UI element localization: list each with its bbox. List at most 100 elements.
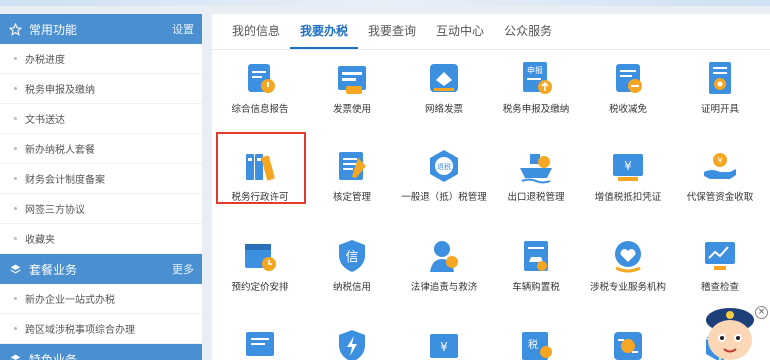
svg-text:¥: ¥: [440, 340, 448, 354]
sidebar-section-common[interactable]: 常用功能 设置: [0, 14, 202, 44]
assessment-icon: [332, 146, 372, 186]
hand-coin-icon: ¥: [700, 146, 740, 186]
sidebar-item-label: 新办纳税人套餐: [25, 145, 95, 156]
credit-shield-icon: 信: [332, 236, 372, 276]
bullet-icon: [14, 327, 17, 330]
service-label: 预约定价安排: [231, 282, 289, 293]
layers-icon: [8, 262, 22, 276]
heart-hands-icon: [608, 236, 648, 276]
bullet-icon: [14, 177, 17, 180]
bullet-icon: [14, 207, 17, 210]
certificate-icon: [700, 58, 740, 98]
service-admin-license[interactable]: 税务行政许可: [214, 146, 306, 204]
sidebar-section-title: 常用功能: [29, 22, 78, 37]
close-icon[interactable]: ×: [755, 306, 768, 319]
service-assessment[interactable]: 核定管理: [306, 146, 398, 204]
sidebar-item-one-stop[interactable]: 新办企业一站式办税: [0, 284, 202, 314]
exchange-icon: [608, 326, 648, 360]
tax-relief-icon: [608, 58, 648, 98]
service-tax-credit[interactable]: 信 纳税信用: [306, 236, 398, 294]
bullet-icon: [14, 117, 17, 120]
chart-monitor-icon: [700, 236, 740, 276]
sidebar-section-package[interactable]: 套餐业务 更多: [0, 254, 202, 284]
refund-icon-text: 退税: [437, 162, 451, 171]
service-tax-declaration[interactable]: 申报 税务申报及缴纳: [490, 58, 582, 116]
service-professional-agency[interactable]: 涉税专业服务机构: [582, 236, 674, 294]
sidebar-item-favorites[interactable]: 收藏夹: [0, 224, 202, 254]
service-label: 纳税信用: [332, 282, 371, 293]
service-info-report[interactable]: 综合信息报告: [214, 58, 306, 116]
sidebar-item-label: 网签三方协议: [25, 205, 85, 216]
invoice-icon: [332, 58, 372, 98]
credit-icon-text: 信: [345, 250, 358, 265]
top-banner-stripe: [0, 0, 770, 6]
sidebar-item-cross-region[interactable]: 跨区域涉税事项综合办理: [0, 314, 202, 344]
service-row4-4[interactable]: 税: [490, 326, 582, 360]
star-icon: [8, 22, 22, 36]
service-inspection[interactable]: 稽查检查: [674, 236, 766, 294]
service-general-refund[interactable]: 退税 一般退（抵）税管理: [398, 146, 490, 204]
sidebar-item-documents[interactable]: 文书送达: [0, 104, 202, 134]
tab-interaction[interactable]: 互动中心: [426, 15, 494, 49]
sidebar-item-label: 财务会计制度备案: [25, 175, 105, 186]
vehicle-tax-icon: [516, 236, 556, 276]
sidebar-item-progress[interactable]: 办税进度: [0, 44, 202, 74]
bullet-icon: [14, 87, 17, 90]
online-invoice-icon: [424, 58, 464, 98]
svg-text:¥: ¥: [624, 159, 632, 173]
sidebar-section-title: 特色业务: [29, 352, 78, 360]
service-label: 税务申报及缴纳: [502, 104, 570, 115]
service-label: 税务行政许可: [231, 192, 289, 203]
service-label: 出口退税管理: [507, 192, 565, 203]
tax-icon-text: 税: [528, 338, 538, 351]
svg-text:¥: ¥: [717, 156, 722, 165]
service-vat-deduction[interactable]: ¥ 增值税抵扣凭证: [582, 146, 674, 204]
service-vehicle-tax[interactable]: 车辆购置税: [490, 236, 582, 294]
service-pricing-arrangement[interactable]: 预约定价安排: [214, 236, 306, 294]
main-panel: 我的信息 我要办税 我要查询 互动中心 公众服务 综合信息报告 发票使用 网络发…: [212, 14, 770, 360]
sidebar-item-label: 文书送达: [25, 115, 65, 126]
tab-query[interactable]: 我要查询: [358, 15, 426, 49]
sidebar-section-title: 套餐业务: [29, 262, 78, 277]
service-label: 税收减免: [608, 104, 647, 115]
sidebar-item-label: 新办企业一站式办税: [25, 295, 115, 306]
sidebar-item-new-taxpayer[interactable]: 新办纳税人套餐: [0, 134, 202, 164]
service-label: 发票使用: [332, 104, 371, 115]
declaration-icon: 申报: [516, 58, 556, 98]
tab-my-info[interactable]: 我的信息: [222, 15, 290, 49]
service-tax-relief[interactable]: 税收减免: [582, 58, 674, 116]
service-label: 代保管资金收取: [686, 192, 754, 203]
service-fund-custody[interactable]: ¥ 代保管资金收取: [674, 146, 766, 204]
settings-link[interactable]: 设置: [172, 21, 194, 37]
sidebar-item-accounting[interactable]: 财务会计制度备案: [0, 164, 202, 194]
sidebar-item-label: 跨区域涉税事项综合办理: [25, 325, 135, 336]
service-row4-5[interactable]: [582, 326, 674, 360]
voucher-icon: ¥: [424, 326, 464, 360]
service-row4-3[interactable]: ¥: [398, 326, 490, 360]
tab-handle-tax[interactable]: 我要办税: [290, 15, 359, 49]
service-export-refund[interactable]: 出口退税管理: [490, 146, 582, 204]
bullet-icon: [14, 147, 17, 150]
service-online-invoice[interactable]: 网络发票: [398, 58, 490, 116]
sidebar-item-declare[interactable]: 税务申报及缴纳: [0, 74, 202, 104]
layers-icon: [8, 352, 22, 360]
service-row4-2[interactable]: [306, 326, 398, 360]
service-invoice-use[interactable]: 发票使用: [306, 58, 398, 116]
bullet-icon: [14, 237, 17, 240]
sidebar: 常用功能 设置 办税进度 税务申报及缴纳 文书送达 新办纳税人套餐 财务会计制度…: [0, 14, 202, 360]
vat-voucher-icon: ¥: [608, 146, 648, 186]
sidebar-section-featured[interactable]: 特色业务: [0, 344, 202, 360]
sidebar-item-label: 税务申报及缴纳: [25, 85, 95, 96]
service-row4-1[interactable]: [214, 326, 306, 360]
service-legal-remedy[interactable]: 法律追责与救济: [398, 236, 490, 294]
more-link[interactable]: 更多: [172, 261, 194, 277]
sidebar-item-agreement[interactable]: 网签三方协议: [0, 194, 202, 224]
bullet-icon: [14, 297, 17, 300]
service-certificate[interactable]: 证明开具: [674, 58, 766, 116]
lightning-shield-icon: [332, 326, 372, 360]
service-label: 网络发票: [424, 104, 463, 115]
tab-public-service[interactable]: 公众服务: [494, 15, 562, 49]
refund-icon: 退税: [424, 146, 464, 186]
service-label: 增值税抵扣凭证: [594, 192, 662, 203]
service-label: 车辆购置税: [512, 282, 560, 293]
